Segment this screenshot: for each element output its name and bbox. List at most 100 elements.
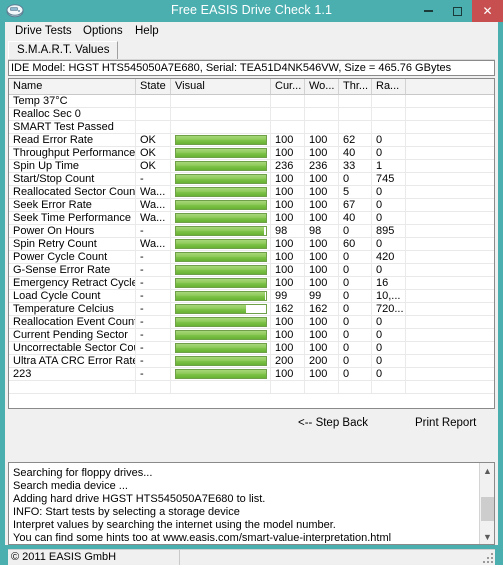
table-row[interactable]: Temp 37°C xyxy=(9,95,494,108)
cell-wo: 100 xyxy=(305,199,339,211)
table-row[interactable]: G-Sense Error Rate -100 100 0 0 xyxy=(9,264,494,277)
table-header-last[interactable] xyxy=(406,79,494,94)
smart-values-table[interactable]: Name State Visual Cur... Wo... Thr... Ra... Te… xyxy=(8,78,495,409)
table-header-state[interactable]: State xyxy=(136,79,171,94)
table-header-ra[interactable]: Ra... xyxy=(372,79,406,94)
scroll-up-icon[interactable]: ▲ xyxy=(480,463,495,478)
table-row[interactable] xyxy=(9,381,494,394)
table-row[interactable]: Ultra ATA CRC Error Rate -200 200 0 0 xyxy=(9,355,494,368)
cell-wo: 100 xyxy=(305,134,339,146)
step-back-button[interactable]: <-- Step Back xyxy=(298,416,368,430)
close-button[interactable]: ✕ xyxy=(472,0,503,22)
cell-thr: 62 xyxy=(339,134,372,146)
cell-wo: 100 xyxy=(305,147,339,159)
health-bar xyxy=(175,304,267,314)
cell-name: Realloc Sec 0 xyxy=(9,108,136,120)
cell-last xyxy=(406,134,494,146)
cell-wo xyxy=(305,121,339,133)
table-row[interactable]: SMART Test Passed xyxy=(9,121,494,134)
table-row[interactable]: Reallocated Sector Count Wa... 100 100 5 0 xyxy=(9,186,494,199)
table-header-wo[interactable]: Wo... xyxy=(305,79,339,94)
table-row[interactable]: Current Pending Sector -100 100 0 0 xyxy=(9,329,494,342)
cell-ra: 745 xyxy=(372,173,406,185)
maximize-button[interactable] xyxy=(443,0,472,22)
table-row[interactable]: Load Cycle Count -99 99 0 10,... xyxy=(9,290,494,303)
table-row[interactable]: Start/Stop Count -100 100 0 745 xyxy=(9,173,494,186)
cell-cur: 100 xyxy=(271,238,305,250)
log-line: Search media device ... xyxy=(13,480,128,492)
cell-last xyxy=(406,160,494,172)
table-header-thr[interactable]: Thr... xyxy=(339,79,372,94)
cell-name: Read Error Rate xyxy=(9,134,136,146)
status-copyright: © 2011 EASIS GmbH xyxy=(8,550,180,565)
table-row[interactable]: Seek Time Performance Wa... 100 100 40 0 xyxy=(9,212,494,225)
cell-last xyxy=(406,277,494,289)
table-header-cur[interactable]: Cur... xyxy=(271,79,305,94)
table-row[interactable]: Realloc Sec 0 xyxy=(9,108,494,121)
health-bar xyxy=(175,291,267,301)
status-bar: © 2011 EASIS GmbH xyxy=(8,549,495,565)
cell-name xyxy=(9,381,136,393)
table-row[interactable]: Uncorrectable Sector Count -100 100 0 0 xyxy=(9,342,494,355)
cell-thr: 40 xyxy=(339,212,372,224)
log-line: Searching for floppy drives... xyxy=(13,467,153,479)
cell-state xyxy=(136,95,171,107)
tab-smart-values[interactable]: S.M.A.R.T. Values xyxy=(8,41,119,59)
application-window: Free EASIS Drive Check 1.1 ✕ Drive Tests… xyxy=(0,0,503,565)
cell-wo: 200 xyxy=(305,355,339,367)
menu-item-options[interactable]: Options xyxy=(79,24,127,38)
table-row[interactable]: Spin Retry Count Wa... 100 100 60 0 xyxy=(9,238,494,251)
scrollbar-thumb[interactable] xyxy=(481,497,494,521)
cell-cur: 100 xyxy=(271,199,305,211)
cell-wo: 99 xyxy=(305,290,339,302)
cell-wo: 100 xyxy=(305,251,339,263)
cell-cur: 162 xyxy=(271,303,305,315)
health-bar xyxy=(175,265,267,275)
cell-ra: 0 xyxy=(372,264,406,276)
cell-name: Uncorrectable Sector Count xyxy=(9,342,136,354)
cell-state: - xyxy=(136,316,171,328)
health-bar-fill xyxy=(176,344,266,352)
table-row[interactable]: Throughput Performance OK 100 100 40 0 xyxy=(9,147,494,160)
table-header-name[interactable]: Name xyxy=(9,79,136,94)
menu-item-help[interactable]: Help xyxy=(131,24,163,38)
cell-state: Wa... xyxy=(136,199,171,211)
table-row[interactable]: Spin Up Time OK 236 236 33 1 xyxy=(9,160,494,173)
cell-cur: 100 xyxy=(271,147,305,159)
table-row[interactable]: Emergency Retract Cycle -100 100 0 16 xyxy=(9,277,494,290)
cell-last xyxy=(406,108,494,120)
cell-ra: 0 xyxy=(372,368,406,380)
scroll-down-icon[interactable]: ▼ xyxy=(480,529,495,544)
cell-name: SMART Test Passed xyxy=(9,121,136,133)
cell-visual xyxy=(171,108,271,120)
health-bar xyxy=(175,135,267,145)
cell-wo: 98 xyxy=(305,225,339,237)
cell-ra xyxy=(372,108,406,120)
health-bar xyxy=(175,239,267,249)
print-report-button[interactable]: Print Report xyxy=(415,416,476,430)
menu-item-drive-tests[interactable]: Drive Tests xyxy=(11,24,76,38)
table-row[interactable]: Power Cycle Count -100 100 0 420 xyxy=(9,251,494,264)
table-row[interactable]: 223-100 100 0 0 xyxy=(9,368,494,381)
table-header-visual[interactable]: Visual xyxy=(171,79,271,94)
cell-ra: 0 xyxy=(372,212,406,224)
cell-thr: 0 xyxy=(339,342,372,354)
health-bar-fill xyxy=(176,292,266,300)
cell-ra: 0 xyxy=(372,316,406,328)
health-bar xyxy=(175,213,267,223)
minimize-button[interactable] xyxy=(414,0,443,22)
cell-cur: 100 xyxy=(271,342,305,354)
health-bar xyxy=(175,278,267,288)
table-row[interactable]: Seek Error Rate Wa... 100 100 67 0 xyxy=(9,199,494,212)
table-row[interactable]: Power On Hours -98 98 0 895 xyxy=(9,225,494,238)
health-bar xyxy=(175,317,267,327)
health-bar-fill xyxy=(176,253,266,261)
cell-cur xyxy=(271,381,305,393)
cell-name: G-Sense Error Rate xyxy=(9,264,136,276)
log-scrollbar[interactable]: ▲ ▼ xyxy=(479,463,494,544)
table-row[interactable]: Reallocation Event Count -100 100 0 0 xyxy=(9,316,494,329)
table-row[interactable]: Read Error Rate OK 100 100 62 0 xyxy=(9,134,494,147)
table-row[interactable]: Temperature Celcius -162 162 0 720... xyxy=(9,303,494,316)
resize-grip-icon[interactable] xyxy=(482,552,494,564)
cell-ra xyxy=(372,95,406,107)
